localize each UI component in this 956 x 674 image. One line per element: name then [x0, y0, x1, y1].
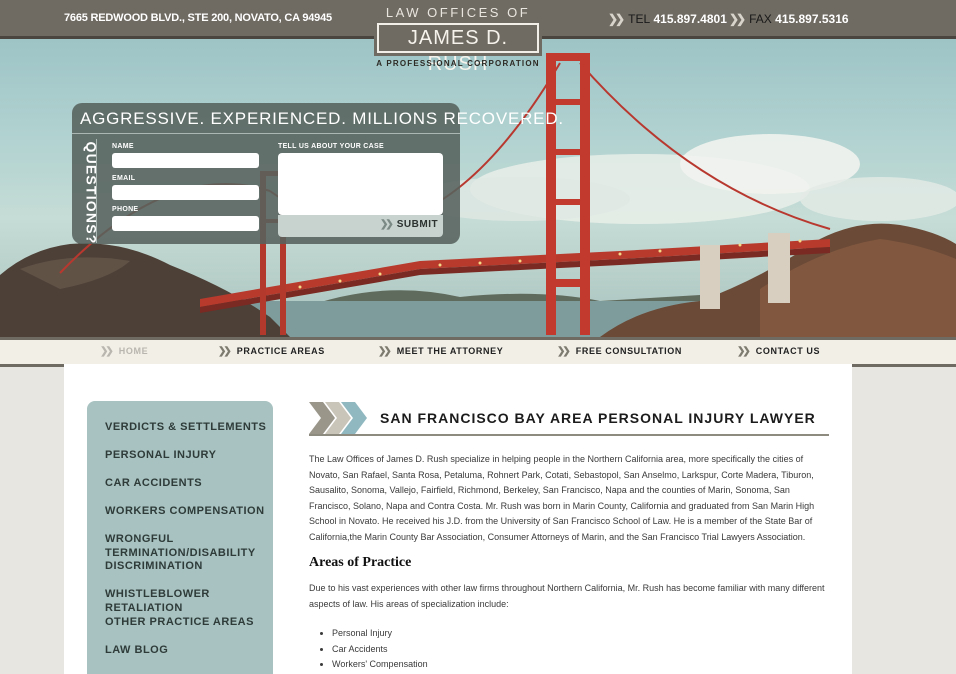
- page-title: SAN FRANCISCO BAY AREA PERSONAL INJURY L…: [380, 410, 816, 426]
- phone-label: PHONE: [112, 206, 139, 213]
- sidebar-item-car-accidents[interactable]: CAR ACCIDENTS: [105, 477, 202, 491]
- chevron-icon: ❯❯: [729, 12, 746, 26]
- tel-number[interactable]: 415.897.4801: [653, 12, 726, 26]
- main-nav: ❯❯ HOME ❯❯ PRACTICE AREAS ❯❯ MEET THE ATTOR…: [0, 337, 956, 367]
- tel-label: TEL: [628, 12, 651, 26]
- areas-heading: Areas of Practice: [309, 555, 412, 570]
- practice-sidebar: VERDICTS & SETTLEMENTS PERSONAL INJURY C…: [87, 401, 273, 674]
- areas-list: Personal Injury Car Accidents Workers' C…: [316, 626, 428, 673]
- sidebar-item-other-practice-areas[interactable]: OTHER PRACTICE AREAS: [105, 616, 254, 630]
- intro-paragraph: The Law Offices of James D. Rush special…: [309, 454, 815, 542]
- nav-label: PRACTICE AREAS: [236, 346, 325, 356]
- sidebar-item-law-blog[interactable]: LAW BLOG: [105, 644, 168, 658]
- email-label: EMAIL: [112, 175, 136, 182]
- case-description-input[interactable]: [278, 153, 443, 215]
- nav-label: MEET THE ATTORNEY: [396, 346, 504, 356]
- chevron-icon: ❯❯: [100, 346, 114, 357]
- chevron-icon: ❯❯: [218, 346, 232, 357]
- questions-label: QUESTIONS?: [83, 141, 100, 245]
- phone-input[interactable]: [112, 216, 259, 231]
- main-content: VERDICTS & SETTLEMENTS PERSONAL INJURY C…: [64, 364, 852, 674]
- fax: ❯❯ FAX 415.897.5316: [729, 12, 849, 26]
- sidebar-item-personal-injury[interactable]: PERSONAL INJURY: [105, 449, 216, 463]
- nav-label: HOME: [118, 346, 149, 356]
- chevron-icon: ❯❯: [380, 219, 394, 230]
- nav-meet-the-attorney[interactable]: ❯❯ MEET THE ATTORNEY: [378, 346, 503, 357]
- slogan: AGGRESSIVE. EXPERIENCED. MILLIONS RECOVE…: [80, 109, 564, 128]
- logo-top-text: LAW OFFICES OF: [385, 5, 531, 20]
- name-label: NAME: [112, 143, 134, 150]
- chevrons-icon: [309, 402, 367, 434]
- submit-button[interactable]: ❯❯ SUBMIT: [380, 219, 438, 230]
- questions-label-wrap: QUESTIONS?: [74, 141, 102, 244]
- sidebar-item-workers-compensation[interactable]: WORKERS COMPENSATION: [105, 505, 265, 519]
- nav-free-consultation[interactable]: ❯❯ FREE CONSULTATION: [557, 346, 682, 357]
- logo-subtitle: A PROFESSIONAL CORPORATION: [376, 59, 540, 68]
- logo-name: JAMES D. RUSH: [374, 20, 542, 75]
- areas-intro-paragraph: Due to his vast experiences with other l…: [309, 583, 825, 609]
- nav-contact-us[interactable]: ❯❯ CONTACT US: [737, 346, 820, 357]
- office-address: 7665 REDWOOD BLVD., STE 200, NOVATO, CA …: [64, 12, 332, 24]
- chevron-icon: ❯❯: [608, 12, 625, 26]
- nav-practice-areas[interactable]: ❯❯ PRACTICE AREAS: [218, 346, 325, 357]
- chevron-icon: ❯❯: [378, 346, 392, 357]
- list-item: Car Accidents: [332, 642, 428, 658]
- email-input[interactable]: [112, 185, 259, 200]
- name-input[interactable]: [112, 153, 259, 168]
- fax-number: 415.897.5316: [775, 12, 849, 26]
- list-item: Personal Injury: [332, 626, 428, 642]
- nav-label: CONTACT US: [755, 346, 821, 356]
- list-item: Workers' Compensation: [332, 657, 428, 673]
- case-label: TELL US ABOUT YOUR CASE: [278, 143, 384, 150]
- nav-home[interactable]: ❯❯ HOME: [100, 346, 148, 357]
- submit-label: SUBMIT: [396, 219, 439, 230]
- contact-form: AGGRESSIVE. EXPERIENCED. MILLIONS RECOVE…: [72, 103, 563, 245]
- site-logo[interactable]: LAW OFFICES OF JAMES D. RUSH A PROFESSIO…: [370, 0, 546, 75]
- nav-label: FREE CONSULTATION: [575, 346, 682, 356]
- sidebar-item-whistleblower-retaliation[interactable]: WHISTLEBLOWER RETALIATION: [105, 588, 273, 615]
- sidebar-item-verdicts-settlements[interactable]: VERDICTS & SETTLEMENTS: [105, 421, 266, 435]
- page-heading: SAN FRANCISCO BAY AREA PERSONAL INJURY L…: [309, 402, 829, 436]
- divider: [72, 133, 460, 134]
- telephone[interactable]: ❯❯ TEL 415.897.4801: [608, 12, 727, 26]
- fax-label: FAX: [749, 12, 772, 26]
- chevron-icon: ❯❯: [557, 346, 571, 357]
- sidebar-item-wrongful-termination[interactable]: WRONGFUL TERMINATION/DISABILITY DISCRIMI…: [105, 533, 255, 574]
- chevron-icon: ❯❯: [737, 346, 751, 357]
